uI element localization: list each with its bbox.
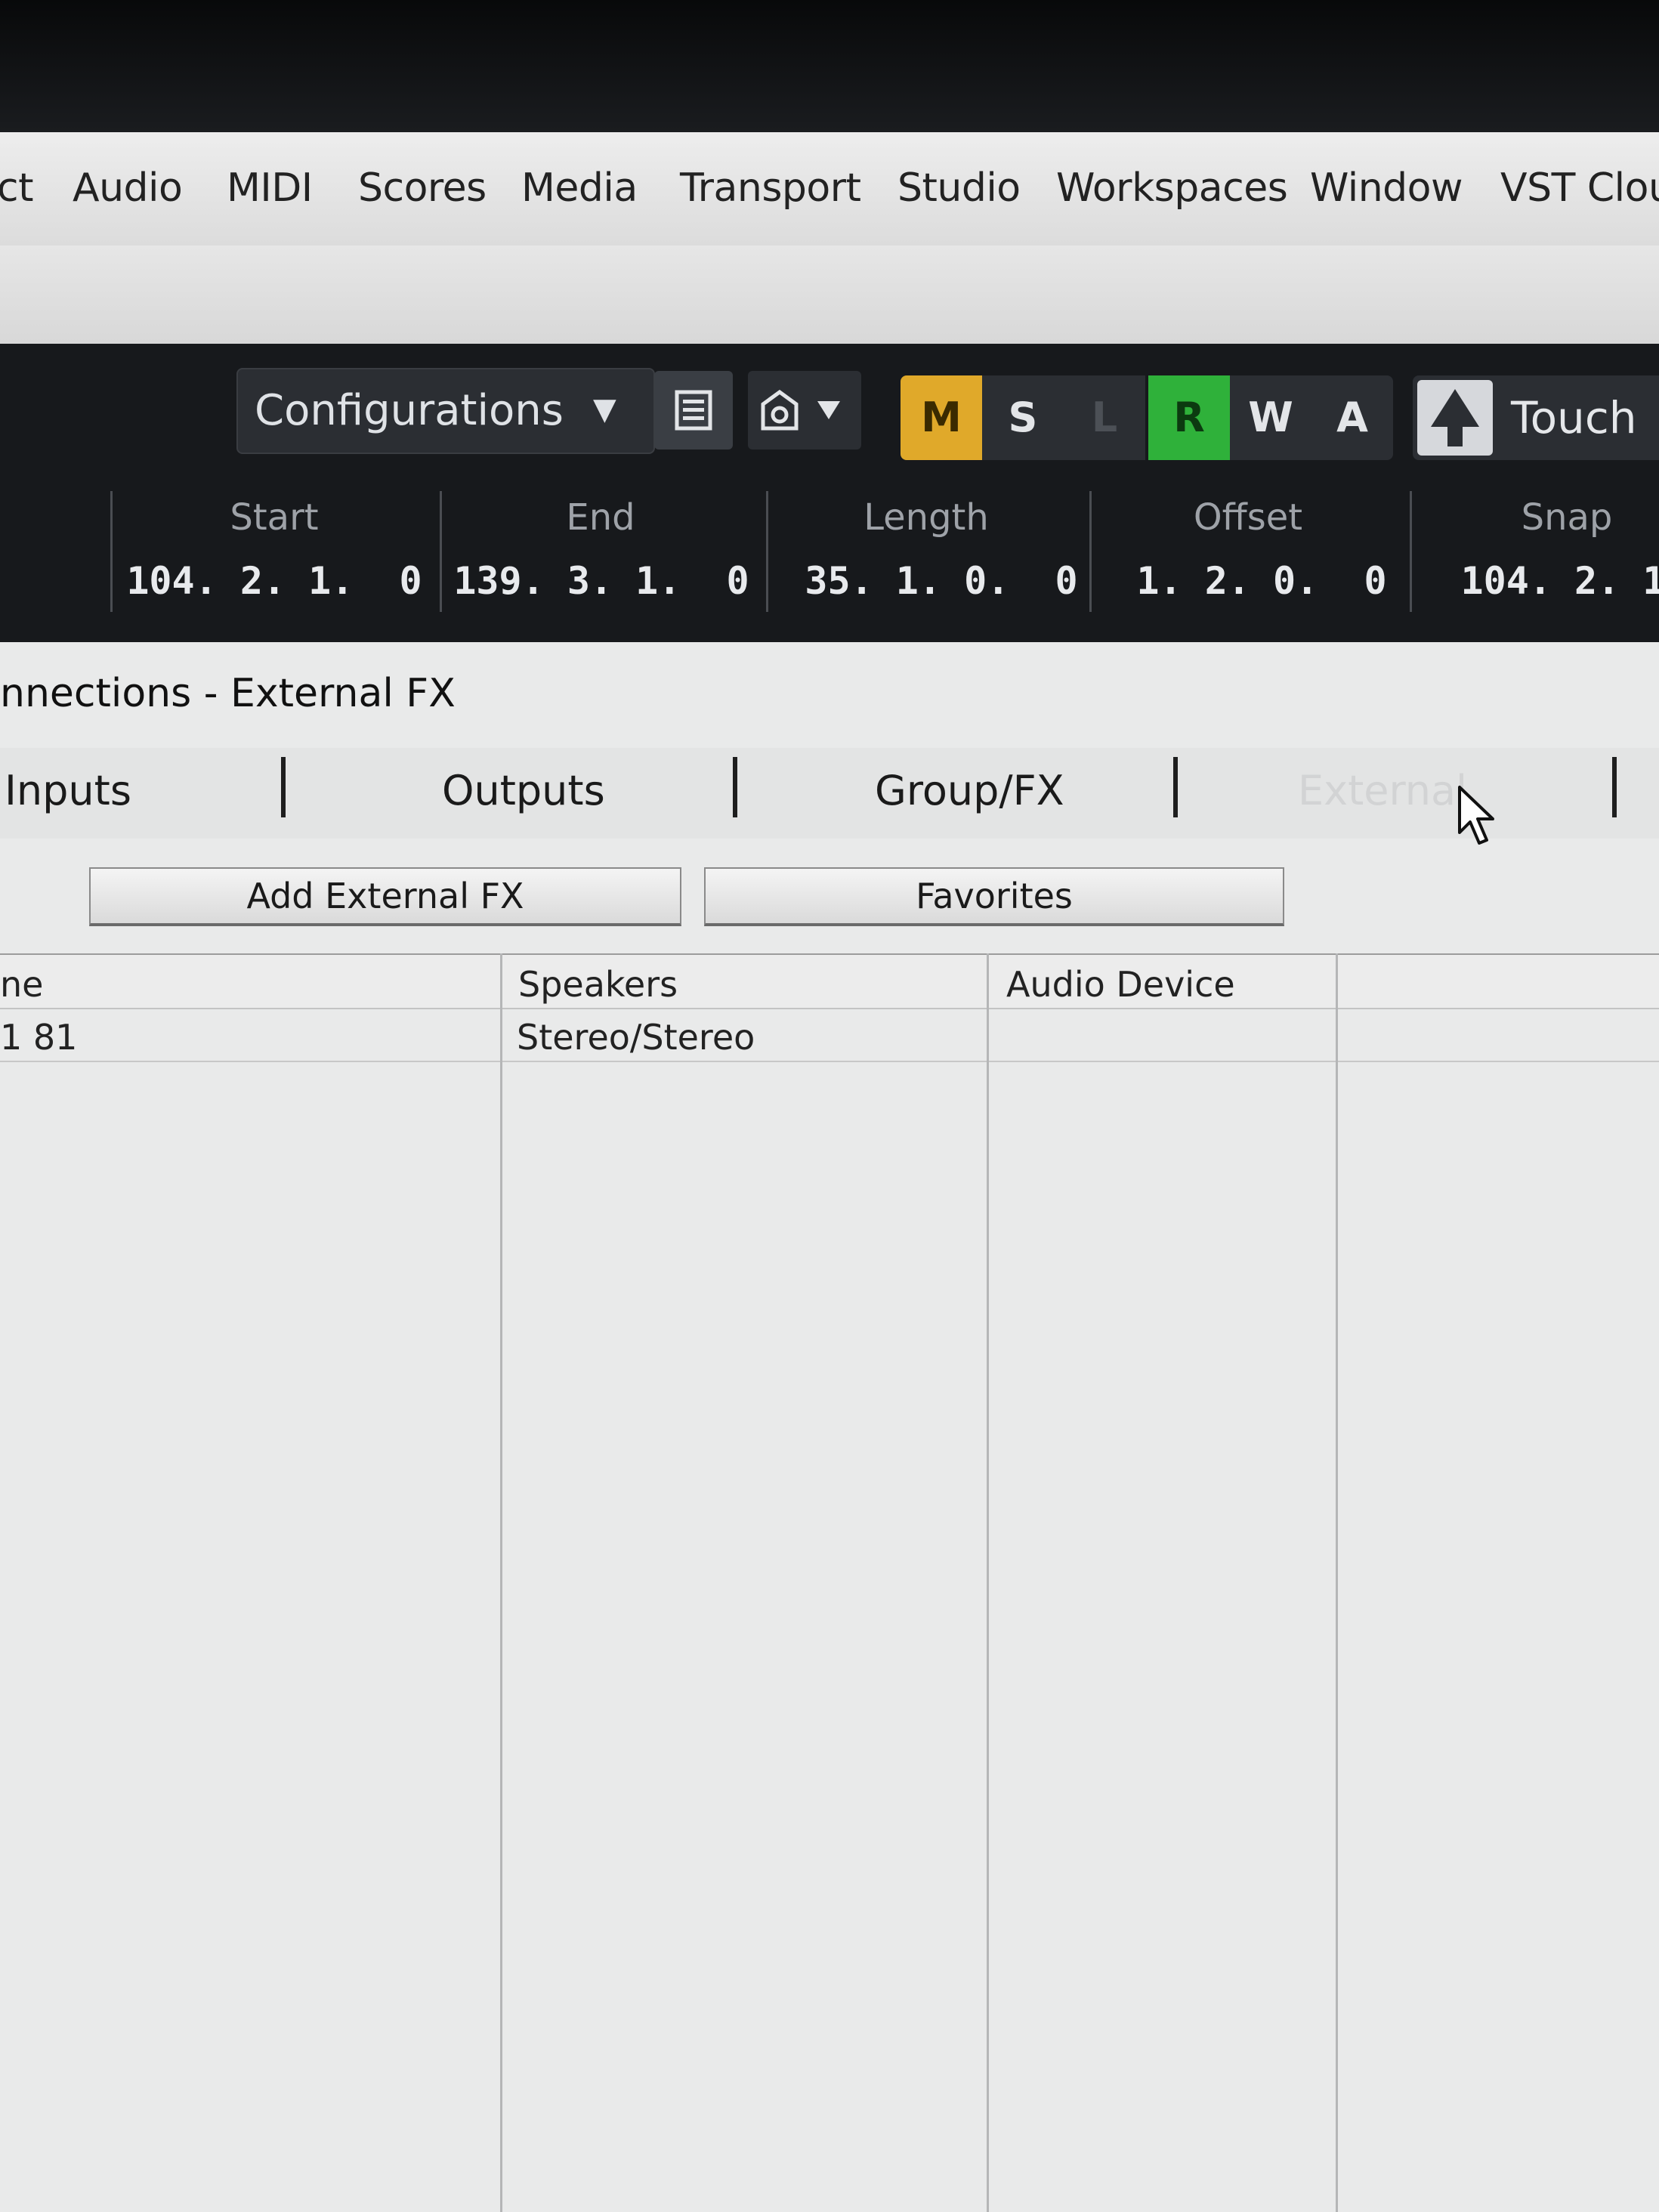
row-speakers-cell: Stereo/Stereo [517, 1017, 755, 1058]
info-start-label: Start [230, 496, 319, 539]
column-divider[interactable] [500, 953, 502, 2212]
title-strip [0, 246, 1659, 344]
info-start-value[interactable]: 104. 2. 1. 0 [116, 559, 433, 603]
tab-inputs[interactable]: Inputs [5, 767, 131, 814]
info-divider [110, 491, 113, 612]
add-external-fx-button[interactable]: Add External FX [89, 867, 681, 926]
info-length-label: Length [863, 496, 989, 539]
listen-mode-button[interactable]: L [1064, 375, 1145, 460]
tab-external[interactable]: External [1298, 767, 1467, 814]
menu-media[interactable]: Media [521, 165, 638, 211]
project-toolbar: Configurations ▼ M S L R W A Touch Start… [0, 344, 1659, 642]
tab-divider [733, 757, 737, 817]
table-row[interactable]: 1 81 Stereo/Stereo [0, 1008, 1659, 1062]
constrain-delay-icon[interactable] [748, 371, 861, 450]
tab-divider [281, 757, 286, 817]
tab-group-fx[interactable]: Group/FX [875, 767, 1064, 814]
touch-icon [1417, 380, 1493, 456]
chevron-down-icon: ▼ [593, 392, 616, 427]
favorites-button[interactable]: Favorites [704, 867, 1284, 926]
column-divider[interactable] [1336, 953, 1338, 2212]
automation-panel-button[interactable]: A [1311, 375, 1393, 460]
column-header-speakers[interactable]: Speakers [518, 964, 678, 1005]
info-divider [766, 491, 768, 612]
menu-bar: ct Audio MIDI Scores Media Transport Stu… [0, 132, 1659, 247]
menu-window[interactable]: Window [1310, 165, 1463, 211]
table-header: ne Speakers Audio Device [0, 953, 1659, 1009]
mouse-cursor-icon [1457, 784, 1499, 851]
info-offset-value[interactable]: 1. 2. 0. 0 [1103, 559, 1420, 603]
menu-scores[interactable]: Scores [358, 165, 487, 211]
solo-mode-button[interactable]: S [982, 375, 1064, 460]
configurations-label: Configurations [255, 386, 564, 435]
info-end-value[interactable]: 139. 3. 1. 0 [443, 559, 760, 603]
column-divider[interactable] [987, 953, 989, 2212]
menu-workspaces[interactable]: Workspaces [1056, 165, 1288, 211]
menu-transport[interactable]: Transport [680, 165, 861, 211]
info-snap-label: Snap [1521, 496, 1613, 539]
tab-outputs[interactable]: Outputs [442, 767, 605, 814]
info-divider [1089, 491, 1092, 612]
tab-divider [1173, 757, 1178, 817]
menu-project[interactable]: ct [0, 165, 33, 211]
read-automation-button[interactable]: R [1148, 375, 1230, 460]
column-header-audio-device[interactable]: Audio Device [1006, 964, 1235, 1005]
menu-vst-cloud[interactable]: VST Clou [1500, 165, 1659, 211]
external-fx-table: ne Speakers Audio Device 1 81 Stereo/Ste… [0, 953, 1659, 2212]
automation-mode-selector[interactable]: Touch [1413, 375, 1659, 460]
tab-divider [1612, 757, 1617, 817]
column-header-name[interactable]: ne [0, 964, 43, 1005]
automation-mode-label: Touch [1511, 392, 1637, 443]
menu-audio[interactable]: Audio [73, 165, 183, 211]
mute-mode-button[interactable]: M [901, 375, 982, 460]
write-automation-button[interactable]: W [1230, 375, 1311, 460]
monitor-bezel [0, 0, 1659, 132]
info-divider [1410, 491, 1412, 612]
menu-midi[interactable]: MIDI [227, 165, 313, 211]
info-snap-value[interactable]: 104. 2. 1. [1416, 559, 1659, 603]
menu-studio[interactable]: Studio [897, 165, 1021, 211]
row-name-cell: 1 81 [0, 1017, 78, 1058]
info-divider [440, 491, 442, 612]
tab-bar: Inputs Outputs Group/FX External [0, 748, 1659, 839]
info-offset-label: Offset [1193, 496, 1303, 539]
configurations-dropdown[interactable]: Configurations ▼ [236, 368, 655, 454]
window-title: nnections - External FX [0, 671, 456, 716]
info-end-label: End [566, 496, 635, 539]
list-icon[interactable] [654, 371, 733, 450]
info-length-value[interactable]: 35. 1. 0. 0 [783, 559, 1100, 603]
